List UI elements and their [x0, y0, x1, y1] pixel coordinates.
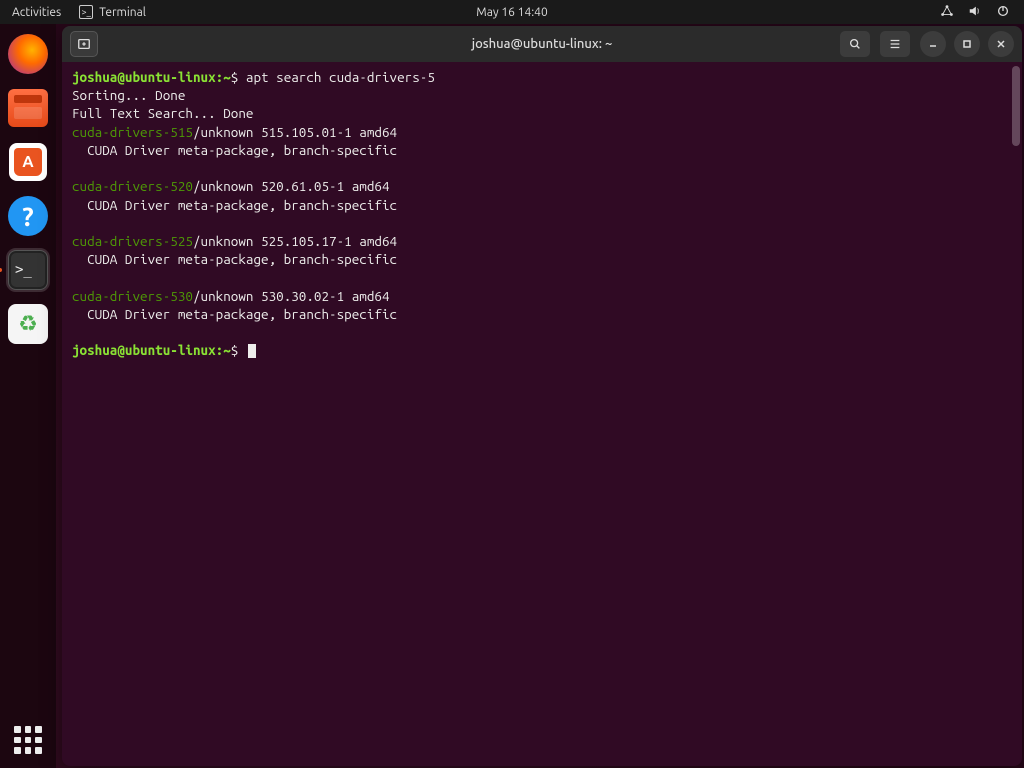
- terminal-icon: >_: [8, 250, 48, 290]
- firefox-icon: [8, 34, 48, 74]
- power-icon[interactable]: [996, 4, 1010, 21]
- new-tab-button[interactable]: [70, 31, 98, 57]
- dock-app-trash[interactable]: ♻: [6, 302, 50, 346]
- terminal-window: joshua@ubuntu-linux: ~: [62, 26, 1022, 766]
- help-icon: ?: [8, 196, 48, 236]
- dock-app-files[interactable]: [6, 86, 50, 130]
- minimize-button[interactable]: [920, 31, 946, 57]
- volume-icon[interactable]: [968, 4, 982, 21]
- software-icon: [9, 143, 47, 181]
- search-button[interactable]: [840, 31, 870, 57]
- terminal-indicator-icon: >_: [79, 5, 93, 19]
- titlebar: joshua@ubuntu-linux: ~: [62, 26, 1022, 62]
- scrollbar-thumb[interactable]: [1012, 66, 1020, 146]
- terminal-output[interactable]: joshua@ubuntu-linux:~$ apt search cuda-d…: [62, 62, 1022, 766]
- activities-button[interactable]: Activities: [12, 6, 61, 19]
- close-button[interactable]: [988, 31, 1014, 57]
- network-icon[interactable]: [940, 4, 954, 21]
- dock-app-terminal[interactable]: >_: [6, 248, 50, 292]
- dock-app-firefox[interactable]: [6, 32, 50, 76]
- gnome-topbar: Activities >_ Terminal May 16 14:40: [0, 0, 1024, 24]
- dock-app-help[interactable]: ?: [6, 194, 50, 238]
- show-applications-button[interactable]: [14, 726, 42, 754]
- workspace: joshua@ubuntu-linux: ~: [56, 24, 1024, 768]
- clock[interactable]: May 16 14:40: [476, 6, 547, 19]
- window-title: joshua@ubuntu-linux: ~: [472, 37, 613, 51]
- maximize-button[interactable]: [954, 31, 980, 57]
- dock: ? >_ ♻: [0, 24, 56, 768]
- hamburger-menu-button[interactable]: [880, 31, 910, 57]
- cursor-block: [248, 344, 256, 358]
- dock-app-software[interactable]: [6, 140, 50, 184]
- files-icon: [8, 89, 48, 127]
- app-menu-label: Terminal: [99, 6, 146, 19]
- app-menu[interactable]: >_ Terminal: [79, 5, 146, 19]
- trash-icon: ♻: [8, 304, 48, 344]
